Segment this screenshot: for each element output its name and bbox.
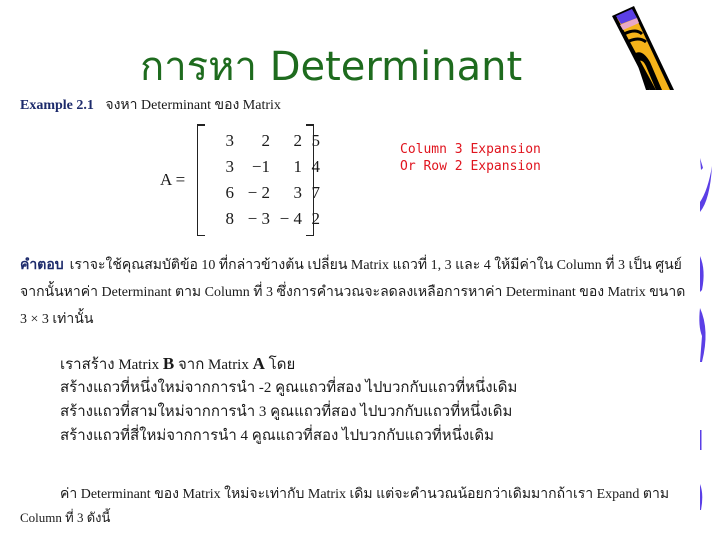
slide-title: การหา Determinant — [140, 44, 523, 90]
example-label: Example 2.1 — [20, 98, 94, 113]
matrix-brackets: 3 2 2 5 3 −1 1 4 6 − 2 3 7 8 − 3 − 4 2 — [197, 124, 321, 236]
conclusion-line-1: ค่า Determinant ของ Matrix ใหม่จะเท่ากับ… — [60, 487, 670, 502]
matrix-cell: 4 — [311, 157, 321, 176]
note-line: Column 3 Expansion — [400, 142, 541, 157]
matrix-grid: 3 2 2 5 3 −1 1 4 6 − 2 3 7 8 − 3 − 4 2 — [202, 128, 321, 234]
pencil-icon — [612, 6, 674, 90]
expansion-note: Column 3 Expansion Or Row 2 Expansion — [400, 141, 541, 175]
matrix-cell: 2 — [293, 131, 303, 150]
answer-line-1: คำตอบ เราจะใช้คุณสมบัติข้อ 10 ที่กล่าวข้า… — [20, 254, 682, 276]
answer-text: เราจะใช้คุณสมบัติข้อ 10 ที่กล่าวข้างต้น … — [69, 258, 682, 273]
matrix-cell: −1 — [251, 157, 270, 176]
steps-block: เราสร้าง Matrix B จาก Matrix A โดย สร้าง… — [60, 352, 517, 448]
matrix-cell: 2 — [261, 131, 271, 150]
matrix-a-symbol: A — [252, 354, 265, 373]
matrix-cell: 8 — [225, 209, 235, 228]
example-text: จงหา Determinant ของ Matrix — [105, 98, 281, 113]
intro-suffix: โดย — [264, 357, 296, 373]
conclusion-line-2: Column ที่ 3 ดังนี้ — [20, 510, 111, 525]
step-item: สร้างแถวที่หนึ่งใหม่จากการนำ -2 คูณแถวที… — [60, 380, 518, 396]
matrix-cell: 1 — [293, 157, 303, 176]
matrix-cell: 2 — [311, 209, 321, 228]
matrix-b-symbol: B — [162, 354, 175, 373]
matrix-cell: 7 — [311, 183, 321, 202]
decorative-purple-strokes — [699, 158, 712, 510]
example-heading: Example 2.1 จงหา Determinant ของ Matrix — [20, 94, 281, 116]
matrix-cell: − 4 — [279, 209, 302, 228]
matrix-cell: 6 — [225, 183, 235, 202]
matrix-cell: − 3 — [247, 209, 270, 228]
matrix-cell: 5 — [311, 131, 321, 150]
note-line: Or Row 2 Expansion — [400, 159, 541, 174]
matrix-cell: 3 — [225, 131, 235, 150]
answer-line-2: จากนั้นหาค่า Determinant ตาม Column ที่ … — [20, 285, 686, 300]
matrix-cell: 3 — [293, 183, 303, 202]
intro-middle: จาก Matrix — [174, 357, 253, 373]
matrix-name: A = — [160, 170, 186, 189]
steps-intro: เราสร้าง Matrix B จาก Matrix A โดย — [60, 352, 517, 376]
step-item: สร้างแถวที่สี่ใหม่จากการนำ 4 คูณแถวที่สอ… — [60, 428, 495, 444]
answer-label: คำตอบ — [20, 258, 64, 273]
matrix-cell: − 2 — [247, 183, 270, 202]
answer-line-3: 3 × 3 เท่านั้น — [20, 312, 94, 327]
matrix-cell: 3 — [225, 157, 235, 176]
intro-prefix: เราสร้าง Matrix — [60, 357, 163, 373]
step-item: สร้างแถวที่สามใหม่จากการนำ 3 คูณแถวที่สอ… — [60, 404, 513, 420]
